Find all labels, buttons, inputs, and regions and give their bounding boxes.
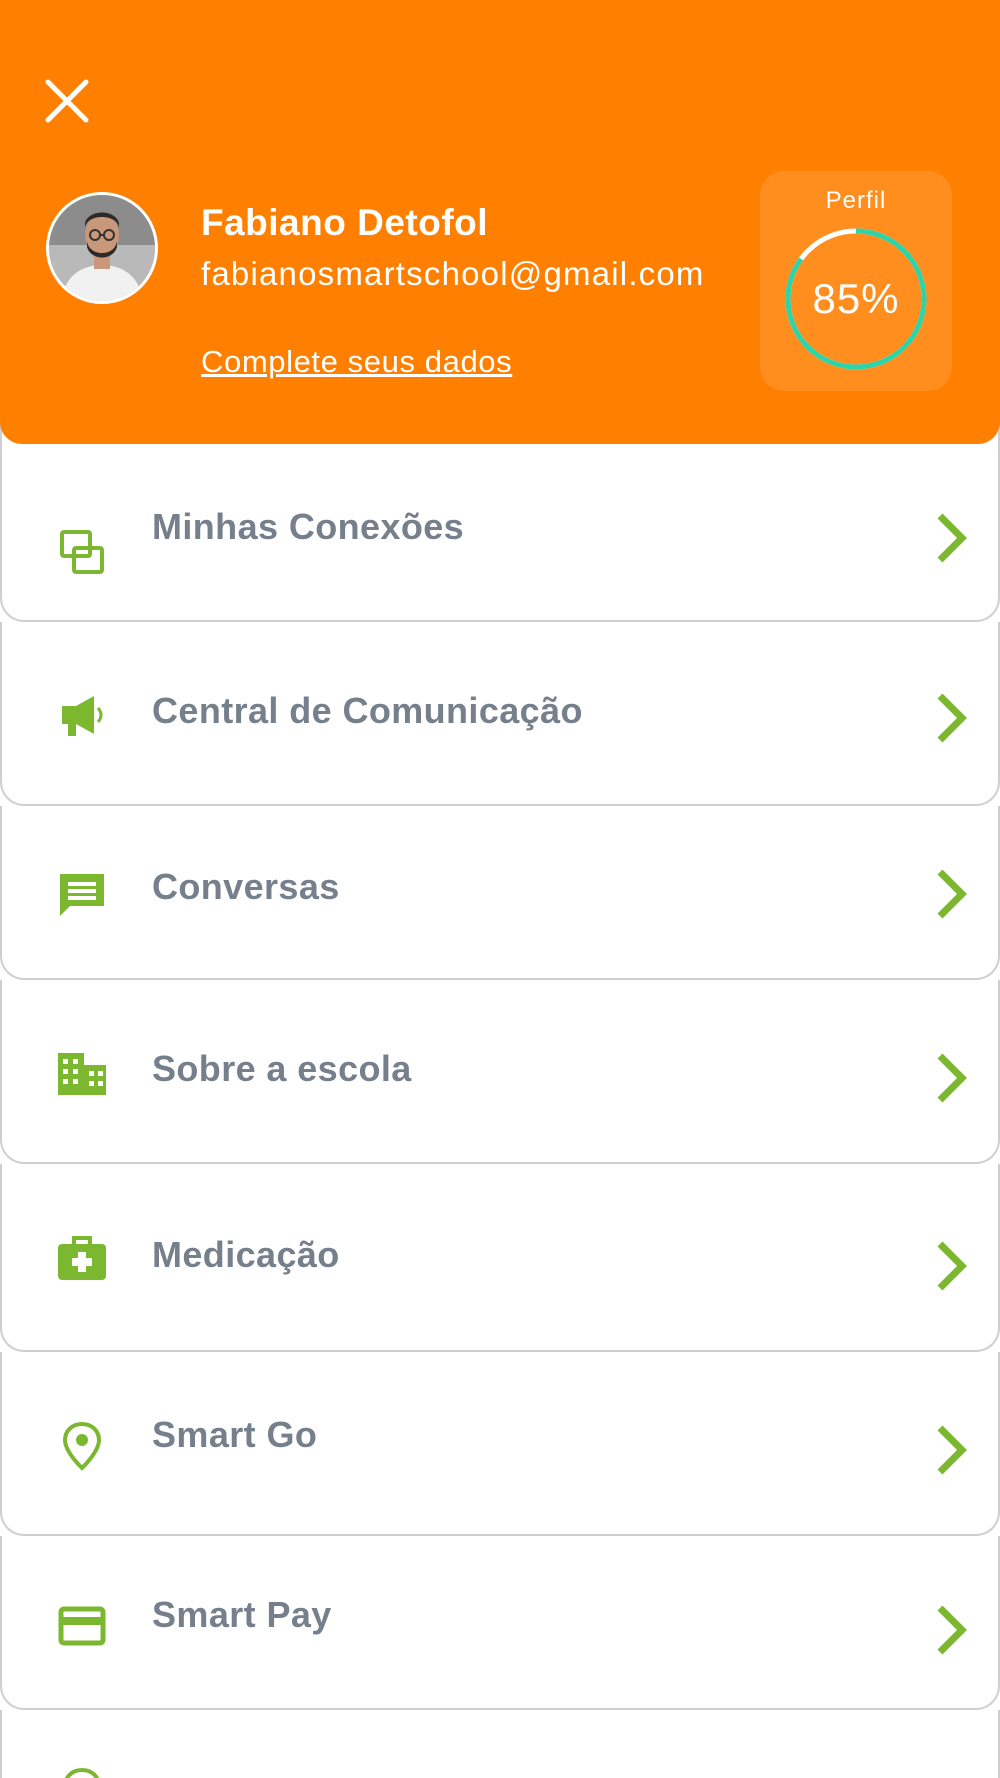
menu-item-partial[interactable] [0, 1710, 1000, 1778]
menu-item-medicacao[interactable]: Medicação [0, 1164, 1000, 1352]
location-pin-icon [56, 1766, 108, 1778]
menu-item-minhas-conexoes[interactable]: Minhas Conexões [0, 420, 1000, 622]
profile-progress-card[interactable]: Perfil 85% [760, 171, 952, 391]
menu-item-label: Sobre a escola [152, 1048, 412, 1089]
close-icon[interactable] [38, 72, 96, 130]
menu-item-smart-pay[interactable]: Smart Pay [0, 1536, 1000, 1710]
menu-item-label: Smart Pay [152, 1594, 332, 1635]
menu-item-smart-go[interactable]: Smart Go [0, 1352, 1000, 1536]
profile-header: Fabiano Detofol fabianosmartschool@gmail… [0, 0, 1000, 444]
complete-profile-link[interactable]: Complete seus dados [201, 344, 512, 380]
menu-item-label: Medicação [152, 1234, 340, 1275]
chevron-right-icon [937, 1425, 967, 1475]
chevron-right-icon [937, 693, 967, 743]
chat-icon [56, 870, 108, 922]
chevron-right-icon [937, 869, 967, 919]
user-name: Fabiano Detofol [201, 202, 489, 243]
menu-item-label: Conversas [152, 866, 340, 907]
menu-item-conversas[interactable]: Conversas [0, 806, 1000, 980]
connections-icon [56, 526, 108, 578]
profile-label: Perfil [825, 187, 887, 214]
chevron-right-icon [937, 1605, 967, 1655]
menu-item-label: Minhas Conexões [152, 506, 465, 547]
menu-item-sobre-escola[interactable]: Sobre a escola [0, 980, 1000, 1164]
menu-item-central-comunicacao[interactable]: Central de Comunicação [0, 622, 1000, 806]
avatar[interactable] [46, 192, 158, 304]
building-icon [56, 1048, 108, 1100]
menu-drawer: Minhas Conexões Central de Comunicação C… [0, 0, 1000, 1778]
profile-progress-value: 85% [812, 275, 900, 322]
user-email: fabianosmartschool@gmail.com [201, 255, 705, 292]
menu-item-label: Smart Go [152, 1414, 318, 1455]
chevron-right-icon [937, 513, 967, 563]
profile-progress-ring: 85% [780, 223, 932, 375]
chevron-right-icon [937, 1241, 967, 1291]
credit-card-icon [56, 1600, 108, 1652]
location-pin-icon [56, 1420, 108, 1472]
chevron-right-icon [937, 1053, 967, 1103]
medical-kit-icon [56, 1232, 108, 1284]
menu-item-label: Central de Comunicação [152, 690, 583, 731]
megaphone-icon [56, 690, 108, 742]
